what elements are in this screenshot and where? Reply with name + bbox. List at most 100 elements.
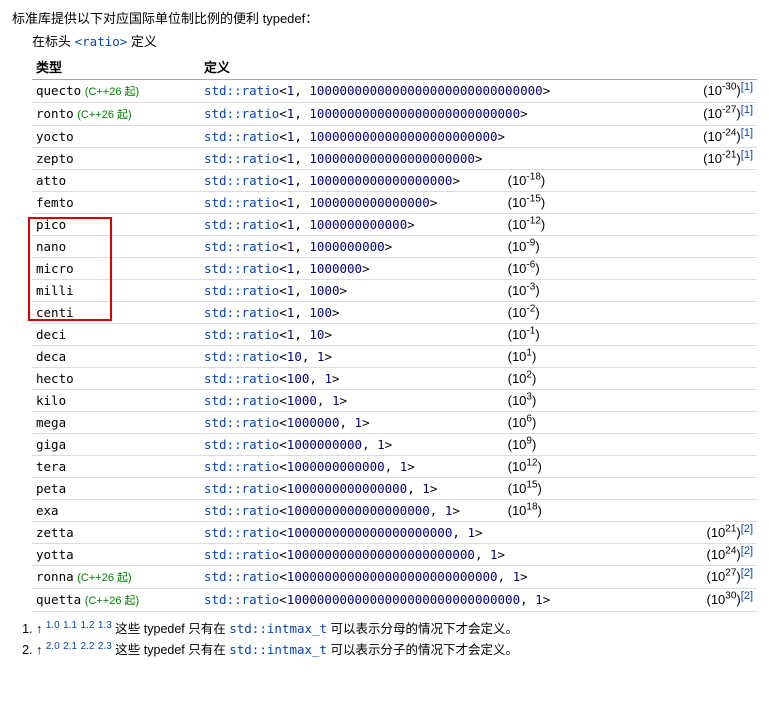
- ratio-denominator: 1000000000: [309, 239, 384, 254]
- power-of-ten: (10-9): [508, 239, 540, 254]
- ratio-link[interactable]: std::ratio: [204, 239, 279, 254]
- ratio-header-link[interactable]: <ratio>: [75, 34, 128, 49]
- footnote-ref[interactable]: [1]: [741, 104, 753, 116]
- ratio-link[interactable]: std::ratio: [204, 481, 279, 496]
- ratio-link[interactable]: std::ratio: [204, 151, 279, 166]
- type-cell: zetta: [32, 522, 200, 544]
- footnote-ref[interactable]: [2]: [741, 590, 753, 602]
- ratio-numerator: 1000000000000000000000000: [287, 547, 475, 562]
- ratio-link[interactable]: std::ratio: [204, 592, 279, 607]
- ratio-expression: std::ratio<1, 1000000>: [204, 261, 504, 276]
- ratio-numerator: 1: [287, 173, 295, 188]
- ratio-link[interactable]: std::ratio: [204, 437, 279, 452]
- ratio-denominator: 1000: [309, 283, 339, 298]
- definition-cell: std::ratio<1, 1000000000000000000000000>…: [200, 126, 757, 148]
- typedef-name: zetta: [36, 525, 74, 540]
- type-cell: tera: [32, 456, 200, 478]
- table-row: attostd::ratio<1, 1000000000000000000> (…: [32, 170, 757, 192]
- ratio-expression: std::ratio<1, 1000000000000000000000000>: [204, 129, 505, 144]
- since-mark: (C++26 起): [85, 86, 139, 98]
- typedef-name: yotta: [36, 547, 74, 562]
- ratio-denominator: 1000000000000000: [309, 195, 429, 210]
- power-of-ten: (10-21): [703, 151, 741, 166]
- power-of-ten: (10-3): [508, 283, 540, 298]
- ratio-expression: std::ratio<1000000000000000, 1>: [204, 481, 504, 496]
- ratio-link[interactable]: std::ratio: [204, 547, 279, 562]
- defined-in-suffix: 定义: [127, 34, 157, 49]
- typedef-name: peta: [36, 481, 66, 496]
- typedef-name: femto: [36, 195, 74, 210]
- type-cell: atto: [32, 170, 200, 192]
- definition-cell: std::ratio<1, 1000000> (10-6): [200, 258, 757, 280]
- power-of-ten: (10-6): [508, 261, 540, 276]
- power-of-ten: (10-15): [508, 195, 546, 210]
- ratio-expression: std::ratio<1, 10>: [204, 327, 504, 342]
- ratio-expression: std::ratio<1, 1000000000000000000000>: [204, 151, 483, 166]
- ratio-link[interactable]: std::ratio: [204, 173, 279, 188]
- footnote-backref[interactable]: 2.1: [63, 641, 77, 652]
- ratio-link[interactable]: std::ratio: [204, 305, 279, 320]
- ratio-expression: std::ratio<1000000000000, 1>: [204, 459, 504, 474]
- type-cell: deca: [32, 346, 200, 368]
- type-cell: mega: [32, 412, 200, 434]
- type-cell: ronto (C++26 起): [32, 103, 200, 126]
- type-cell: yocto: [32, 126, 200, 148]
- ratio-denominator: 1: [422, 481, 430, 496]
- ratio-link[interactable]: std::ratio: [204, 217, 279, 232]
- typedef-name: zepto: [36, 151, 74, 166]
- definition-cell: std::ratio<1000, 1> (103): [200, 390, 757, 412]
- type-cell: deci: [32, 324, 200, 346]
- footnote-backref[interactable]: 1.0: [46, 620, 60, 631]
- footnote-backref[interactable]: 1.1: [63, 620, 77, 631]
- footnote-ref[interactable]: [2]: [741, 545, 753, 557]
- power-of-ten: (106): [508, 415, 537, 430]
- table-row: microstd::ratio<1, 1000000> (10-6): [32, 258, 757, 280]
- type-cell: exa: [32, 500, 200, 522]
- type-cell: ronna (C++26 起): [32, 566, 200, 589]
- type-cell: zepto: [32, 148, 200, 170]
- footnote-ref[interactable]: [1]: [741, 149, 753, 161]
- intmax-link[interactable]: std::intmax_t: [229, 621, 327, 636]
- ratio-link[interactable]: std::ratio: [204, 283, 279, 298]
- ratio-link[interactable]: std::ratio: [204, 393, 279, 408]
- definition-cell: std::ratio<1, 10> (10-1): [200, 324, 757, 346]
- footnote-uparrow: ↑: [36, 622, 46, 636]
- ratio-link[interactable]: std::ratio: [204, 327, 279, 342]
- ratio-expression: std::ratio<1000, 1>: [204, 393, 504, 408]
- ratio-expression: std::ratio<1, 10000000000000000000000000…: [204, 106, 528, 121]
- defined-in-header: 在标头 <ratio> 定义: [12, 31, 757, 50]
- table-row: centistd::ratio<1, 100> (10-2): [32, 302, 757, 324]
- typedef-name: milli: [36, 283, 74, 298]
- ratio-link[interactable]: std::ratio: [204, 349, 279, 364]
- footnote: ↑ 1.0 1.1 1.2 1.3 这些 typedef 只有在 std::in…: [36, 618, 757, 637]
- footnote-backref[interactable]: 2.3: [98, 641, 112, 652]
- table-row: zepto std::ratio<1, 100000000000000000000…: [32, 148, 757, 170]
- ratio-link[interactable]: std::ratio: [204, 129, 279, 144]
- power-of-ten: (10-24): [703, 129, 741, 144]
- footnote-ref[interactable]: [1]: [741, 127, 753, 139]
- ratio-link[interactable]: std::ratio: [204, 415, 279, 430]
- table-row: millistd::ratio<1, 1000> (10-3): [32, 280, 757, 302]
- ratio-numerator: 1: [287, 83, 295, 98]
- footnote-backref[interactable]: 1.2: [81, 620, 95, 631]
- footnote-ref[interactable]: [2]: [741, 523, 753, 535]
- intmax-link[interactable]: std::intmax_t: [229, 642, 327, 657]
- footnote-ref[interactable]: [1]: [741, 81, 753, 93]
- footnote-backref[interactable]: 1.3: [98, 620, 112, 631]
- ratio-link[interactable]: std::ratio: [204, 371, 279, 386]
- footnote-backref[interactable]: 2.0: [46, 641, 60, 652]
- ratio-link[interactable]: std::ratio: [204, 459, 279, 474]
- ratio-numerator: 1: [287, 217, 295, 232]
- ratio-link[interactable]: std::ratio: [204, 83, 279, 98]
- ratio-link[interactable]: std::ratio: [204, 261, 279, 276]
- ratio-link[interactable]: std::ratio: [204, 106, 279, 121]
- ratio-link[interactable]: std::ratio: [204, 195, 279, 210]
- ratio-link[interactable]: std::ratio: [204, 525, 279, 540]
- ratio-link[interactable]: std::ratio: [204, 503, 279, 518]
- footnote-ref[interactable]: [2]: [741, 567, 753, 579]
- ratio-numerator: 1000000000000: [287, 459, 385, 474]
- ratio-denominator: 1: [400, 459, 408, 474]
- footnote-backref[interactable]: 2.2: [81, 641, 95, 652]
- definition-cell: std::ratio<1000000000000000000000, 1> (1…: [200, 522, 757, 544]
- ratio-link[interactable]: std::ratio: [204, 569, 279, 584]
